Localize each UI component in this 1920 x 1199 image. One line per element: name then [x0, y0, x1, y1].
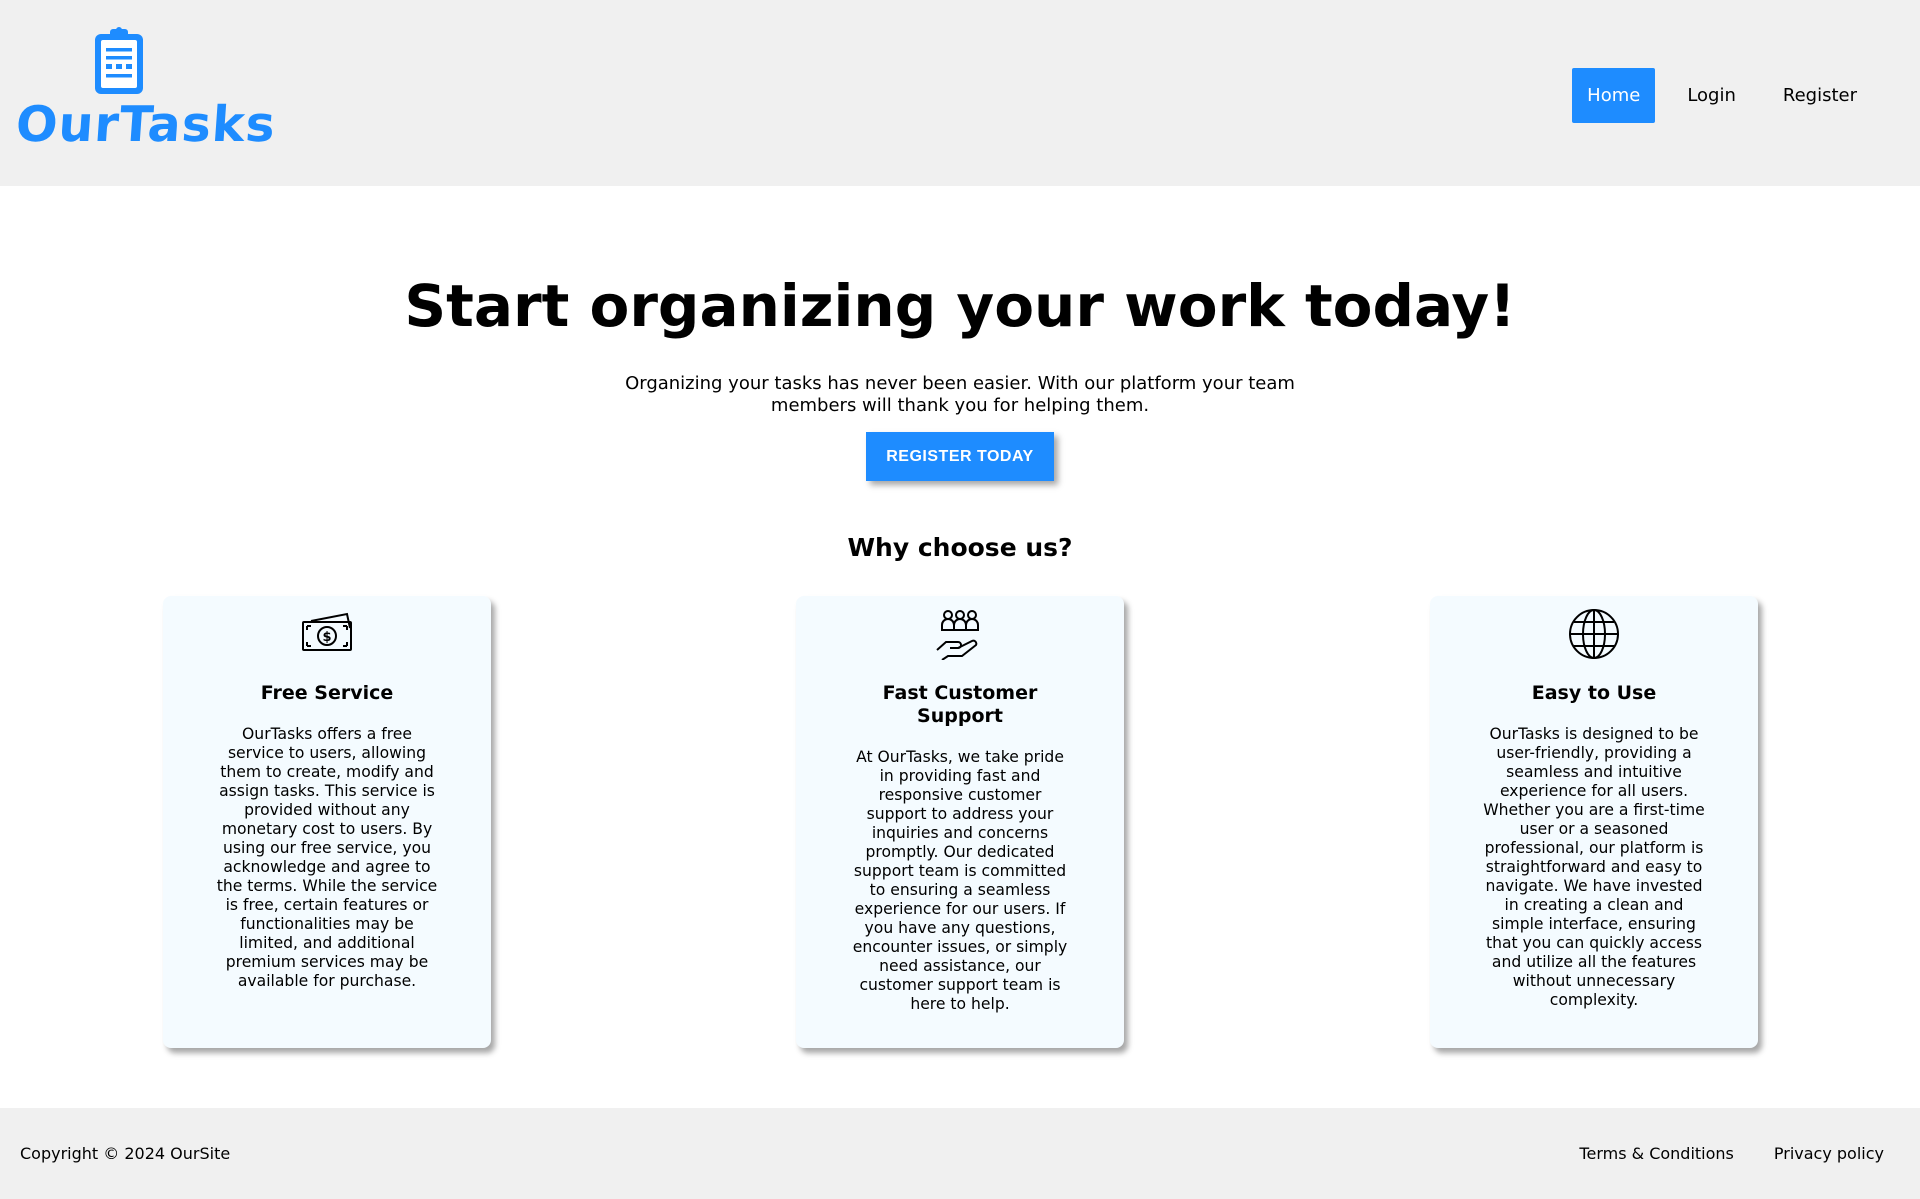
- site-footer: Copyright © 2024 OurSite Terms & Conditi…: [0, 1108, 1920, 1199]
- nav-login[interactable]: Login: [1672, 68, 1751, 123]
- features-title: Why choose us?: [847, 533, 1073, 562]
- copyright-text: Copyright © 2024 OurSite: [20, 1144, 231, 1163]
- card-title: Easy to Use: [1531, 682, 1657, 704]
- site-logo[interactable]: OurTasks: [14, 26, 278, 154]
- feature-card-free-service: $ Free Service OurTasks offers a free se…: [163, 596, 491, 1048]
- card-title: Fast Customer Support: [882, 682, 1038, 727]
- support-hand-icon: [936, 610, 979, 660]
- card-title: Free Service: [260, 682, 394, 704]
- register-today-button[interactable]: REGISTER TODAY: [866, 432, 1054, 481]
- globe-icon: [1569, 609, 1619, 659]
- svg-text:$: $: [322, 630, 331, 645]
- site-header: OurTasks Home Login Register: [0, 0, 1920, 186]
- money-icon: $: [302, 612, 352, 651]
- feature-card-easy-to-use: Easy to Use OurTasks is designed to be u…: [1430, 596, 1758, 1048]
- footer-links: Terms & Conditions Privacy policy: [1539, 1108, 1884, 1199]
- nav-home[interactable]: Home: [1572, 68, 1656, 123]
- card-text: OurTasks offers a free service to users,…: [216, 725, 438, 990]
- main-nav: Home Login Register: [1572, 68, 1920, 123]
- card-text: OurTasks is designed to be user-friendly…: [1483, 725, 1705, 1009]
- nav-register[interactable]: Register: [1768, 68, 1872, 123]
- hero-title: Start organizing your work today!: [404, 272, 1516, 340]
- feature-card-customer-support: Fast Customer Support At OurTasks, we ta…: [796, 596, 1124, 1048]
- logo-text: OurTasks: [14, 96, 278, 153]
- terms-link[interactable]: Terms & Conditions: [1579, 1144, 1733, 1163]
- card-text: At OurTasks, we take pride in providing …: [852, 748, 1068, 1013]
- clipboard-icon: [95, 27, 143, 94]
- hero-description: Organizing your tasks has never been eas…: [625, 373, 1295, 416]
- privacy-link[interactable]: Privacy policy: [1774, 1144, 1884, 1163]
